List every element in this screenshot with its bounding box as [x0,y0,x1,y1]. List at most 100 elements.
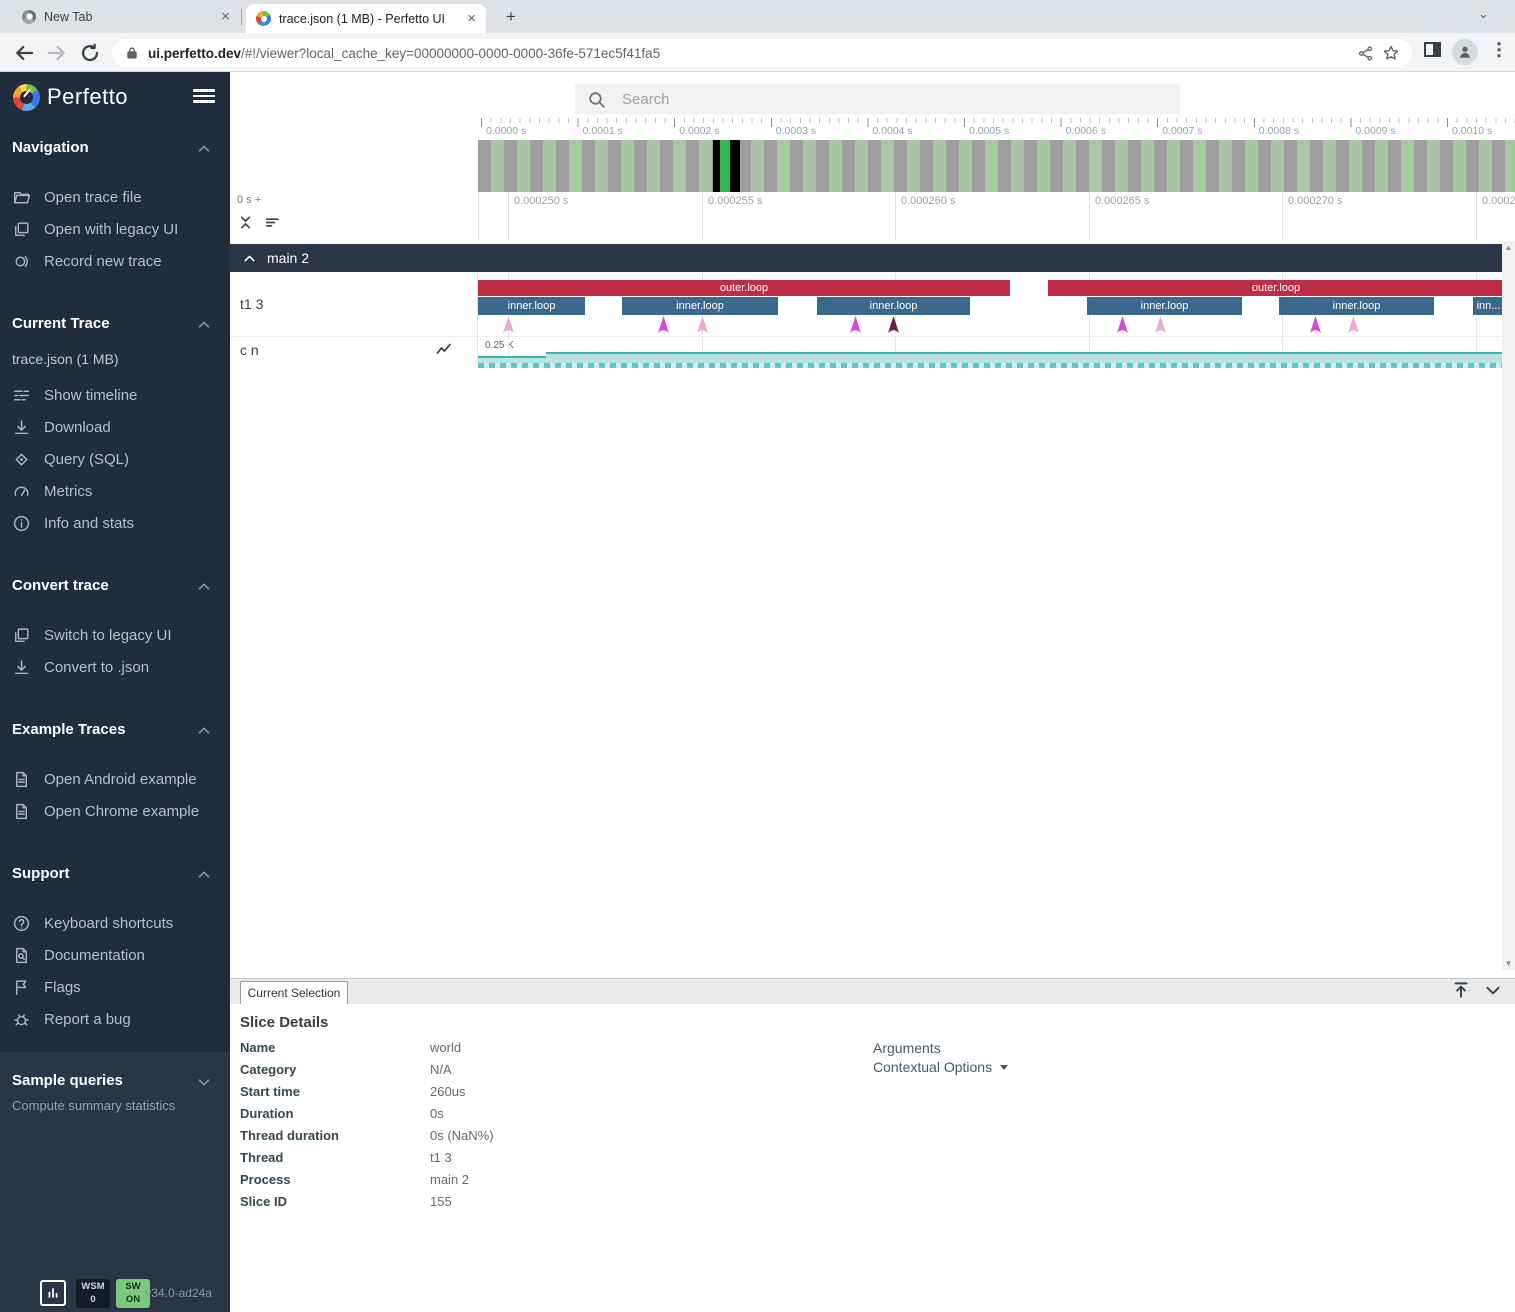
sidebar-item-label: Switch to legacy UI [44,627,172,644]
bookmark-star-icon[interactable] [1382,44,1400,62]
sidebar-item-convert-to-json[interactable]: Convert to .json [12,652,218,682]
chevron-up-icon[interactable] [196,579,212,600]
section-title-current-trace[interactable]: Current Trace [12,315,110,332]
instant-event-marker[interactable] [1347,316,1360,335]
sample-queries-title[interactable]: Sample queries [12,1072,123,1089]
folder-icon [12,188,31,207]
overview-minimap[interactable] [478,140,1515,192]
search-input[interactable]: Search [575,84,1180,114]
track-content-area[interactable]: 0.25 K outer.loopouter.loopinner.loopinn… [478,272,1502,368]
ruler-tick-label: 0.0003 s [776,125,816,137]
viewport-handle[interactable] [713,140,740,192]
sidebar-item-label: Record new trace [44,253,162,270]
sidebar-item-show-timeline[interactable]: Show timeline [12,380,218,410]
slice-outer-loop[interactable]: outer.loop [478,280,1010,296]
chevron-up-icon[interactable] [242,251,257,266]
chevron-down-icon[interactable] [196,1074,212,1090]
scroll-down-icon[interactable]: ▼ [1502,957,1515,970]
instant-event-marker[interactable] [657,316,670,335]
sidebar-item-info-and-stats[interactable]: Info and stats [12,508,218,538]
instant-event-marker[interactable] [1154,316,1167,335]
chevron-up-icon[interactable] [196,317,212,338]
side-panel-icon[interactable] [1424,42,1441,57]
ruler-tick-label: 0.0001 s [583,125,623,137]
slice-inner-loop[interactable]: inner.loop [478,297,585,315]
slice-inner-loop[interactable]: inner.loop [1087,297,1242,315]
contextual-options-dropdown[interactable]: Contextual Options [873,1059,1008,1075]
track-sort-icon[interactable] [264,214,281,231]
section-title-support[interactable]: Support [12,865,70,882]
slice-outer-loop[interactable]: outer.loop [1048,280,1502,296]
chevron-up-icon[interactable] [196,867,212,888]
sidebar-item-label: Download [44,419,111,436]
back-icon[interactable] [12,41,36,65]
vertical-scrollbar[interactable]: ▲ ▼ [1502,241,1515,970]
instant-event-marker[interactable] [502,316,515,335]
forward-icon[interactable] [45,41,69,65]
tab-search-chevron-icon[interactable]: ⌄ [1478,6,1489,22]
section-title-convert-trace[interactable]: Convert trace [12,577,109,594]
sample-query-item[interactable]: Compute summary statistics [12,1098,175,1113]
share-icon[interactable] [1357,45,1374,62]
counter-track-shell[interactable]: c n [230,337,478,363]
chevron-up-icon[interactable] [196,723,212,744]
sidebar-item-open-chrome-example[interactable]: Open Chrome example [12,796,218,826]
sidebar-item-keyboard-shortcuts[interactable]: Keyboard shortcuts [12,908,218,938]
slice-inner-loop[interactable]: inner.loop [1279,297,1434,315]
collapse-tracks-icon[interactable] [237,214,254,231]
close-tab-icon[interactable]: × [467,10,476,27]
reload-icon[interactable] [78,41,102,65]
thread-track-shell[interactable]: t1 3 [230,272,478,336]
slice-inner-loop[interactable]: inn... [1473,297,1502,315]
sidebar-item-documentation[interactable]: Documentation [12,940,218,970]
url-bar[interactable]: ui.perfetto.dev/#!/viewer?local_cache_ke… [112,39,1412,67]
sidebar-item-open-android-example[interactable]: Open Android example [12,764,218,794]
detail-key: Start time [240,1084,425,1099]
scroll-up-icon[interactable]: ▲ [1502,241,1515,254]
detail-key: Slice ID [240,1194,425,1209]
legacy-icon [12,626,31,645]
sidebar-item-query-sql-[interactable]: Query (SQL) [12,444,218,474]
ruler-tick-label: 0.0000 s [486,125,526,137]
profile-avatar[interactable] [1452,39,1478,65]
detail-key: Thread duration [240,1128,425,1143]
sidebar-item-open-with-legacy-ui[interactable]: Open with legacy UI [12,214,218,244]
instant-event-marker[interactable] [849,316,862,335]
instant-event-marker[interactable] [1309,316,1322,335]
sidebar-item-report-a-bug[interactable]: Report a bug [12,1004,218,1034]
detail-value: 0s (NaN%) [430,1128,494,1143]
collapse-panel-chevron-icon[interactable] [1483,980,1503,1000]
slice-inner-loop[interactable]: inner.loop [817,297,970,315]
slice-inner-loop[interactable]: inner.loop [622,297,778,315]
perf-stats-icon[interactable] [40,1280,66,1306]
tab-current-selection[interactable]: Current Selection [240,981,348,1006]
bug-icon [12,1010,31,1029]
expand-panel-icon[interactable] [1451,980,1471,1000]
detail-value: world [430,1040,461,1055]
instant-event-marker[interactable] [887,316,900,335]
ruler-tick-label: 0.0005 s [969,125,1009,137]
download-icon [12,418,31,437]
hamburger-menu-icon[interactable] [193,89,215,105]
section-title-example-traces[interactable]: Example Traces [12,721,125,738]
chevron-up-icon[interactable] [196,141,212,162]
browser-menu-icon[interactable]: ••• [1490,41,1508,63]
section-title-navigation[interactable]: Navigation [12,139,89,156]
browser-tab-newtab[interactable]: New Tab × [12,0,240,33]
sidebar-item-flags[interactable]: Flags [12,972,218,1002]
sidebar-item-metrics[interactable]: Metrics [12,476,218,506]
instant-event-marker[interactable] [1116,316,1129,335]
instant-event-marker[interactable] [696,316,709,335]
close-tab-icon[interactable]: × [221,8,230,25]
sidebar-item-switch-to-legacy-ui[interactable]: Switch to legacy UI [12,620,218,650]
track-group-main2[interactable]: main 2 [230,244,1502,272]
new-tab-button[interactable]: + [500,6,522,28]
sidebar-item-download[interactable]: Download [12,412,218,442]
sidebar-item-open-trace-file[interactable]: Open trace file [12,182,218,212]
sidebar-item-record-new-trace[interactable]: Record new trace [12,246,218,276]
browser-tab-perfetto[interactable]: trace.json (1 MB) - Perfetto UI × [246,4,486,33]
wsm-badge[interactable]: WSM0 [76,1279,110,1308]
time-gridline [1282,192,1283,240]
doc-icon [12,802,31,821]
sidebar-item-label: Keyboard shortcuts [44,915,173,932]
